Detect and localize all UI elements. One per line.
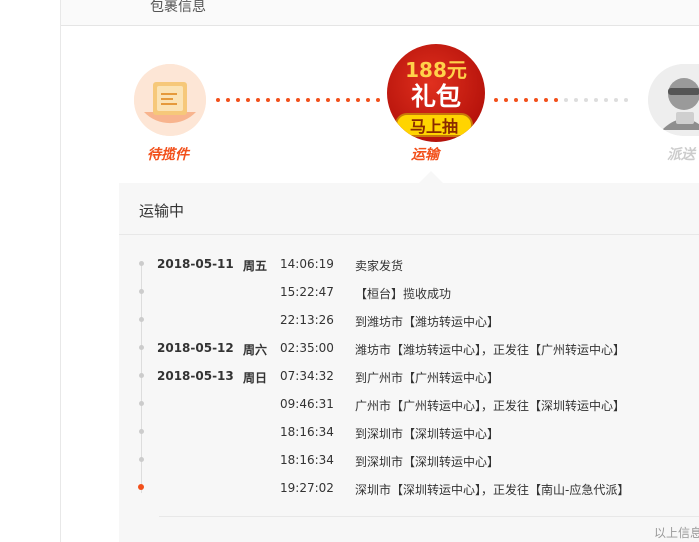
row-time: 14:06:19 bbox=[280, 257, 334, 271]
tracking-row: 09:46:31 广州市【广州转运中心】，正发往【深圳转运中心】 bbox=[119, 394, 699, 414]
progress-dots-2 bbox=[494, 98, 644, 102]
tracking-row: 15:22:47 【桓台】揽收成功 bbox=[119, 282, 699, 302]
footer-note: 以上信息 bbox=[654, 526, 699, 540]
timeline-dot bbox=[139, 373, 144, 378]
left-gutter bbox=[0, 0, 61, 542]
step-pickup-label: 待揽件 bbox=[147, 147, 189, 163]
step-delivery-circle bbox=[648, 64, 699, 136]
tracking-row: 2018-05-12 周六 02:35:00 潍坊市【潍坊转运中心】，正发往【广… bbox=[119, 338, 699, 358]
tracking-row: 2018-05-13 周日 07:34:32 到广州市【广州转运中心】 bbox=[119, 366, 699, 386]
timeline-dot bbox=[139, 457, 144, 462]
tracking-row: 22:13:26 到潍坊市【潍坊转运中心】 bbox=[119, 310, 699, 330]
courier-icon bbox=[648, 64, 699, 136]
tracking-row: 18:16:34 到深圳市【深圳转运中心】 bbox=[119, 422, 699, 442]
row-time: 19:27:02 bbox=[280, 481, 334, 495]
step-transit-label: 运输 bbox=[411, 147, 439, 163]
row-description: 深圳市【深圳转运中心】，正发往【南山-应急代派】 bbox=[355, 483, 630, 497]
timeline-dot bbox=[139, 429, 144, 434]
row-time: 07:34:32 bbox=[280, 369, 334, 383]
row-description: 到潍坊市【潍坊转运中心】 bbox=[355, 315, 500, 329]
progress-dots-1 bbox=[216, 98, 386, 102]
promo-draw-button[interactable]: 马上抽 bbox=[395, 113, 473, 137]
promo-gift-badge[interactable]: 188元 礼包 马上抽 bbox=[387, 44, 485, 142]
timeline-dot bbox=[139, 289, 144, 294]
row-description: 到深圳市【深圳转运中心】 bbox=[355, 427, 500, 441]
row-date: 2018-05-13 bbox=[157, 369, 234, 383]
panel-title: 运输中 bbox=[139, 202, 185, 220]
tracking-row-latest: 19:27:02 深圳市【深圳转运中心】，正发往【南山-应急代派】 bbox=[119, 478, 699, 498]
tracking-row: 18:16:34 到深圳市【深圳转运中心】 bbox=[119, 450, 699, 470]
row-time: 15:22:47 bbox=[280, 285, 334, 299]
tracking-panel: 运输中 2018-05-11 周五 14:06:19 卖家发货 15:22:47… bbox=[119, 183, 699, 542]
step-pickup-circle bbox=[134, 64, 206, 136]
row-description: 到广州市【广州转运中心】 bbox=[355, 371, 500, 385]
row-weekday: 周六 bbox=[243, 343, 268, 357]
panel-pointer bbox=[419, 171, 443, 183]
row-date: 2018-05-11 bbox=[157, 257, 234, 271]
row-time: 22:13:26 bbox=[280, 313, 334, 327]
section-title: 包裹信息 bbox=[150, 0, 206, 15]
row-description: 潍坊市【潍坊转运中心】，正发往【广州转运中心】 bbox=[355, 343, 626, 357]
timeline-dot bbox=[139, 317, 144, 322]
divider bbox=[119, 234, 699, 235]
timeline-dot-active bbox=[138, 484, 144, 490]
row-time: 18:16:34 bbox=[280, 453, 334, 467]
row-weekday: 周日 bbox=[243, 371, 268, 385]
row-description: 卖家发货 bbox=[355, 259, 404, 273]
row-date: 2018-05-12 bbox=[157, 341, 234, 355]
divider bbox=[159, 516, 699, 517]
row-weekday: 周五 bbox=[243, 259, 268, 273]
row-description: 到深圳市【深圳转运中心】 bbox=[355, 455, 500, 469]
step-delivery-label: 派送 bbox=[667, 147, 695, 163]
row-time: 02:35:00 bbox=[280, 341, 334, 355]
timeline-dot bbox=[139, 345, 144, 350]
tracking-row: 2018-05-11 周五 14:06:19 卖家发货 bbox=[119, 254, 699, 274]
package-icon bbox=[134, 64, 206, 136]
row-time: 18:16:34 bbox=[280, 425, 334, 439]
timeline-dot bbox=[139, 261, 144, 266]
row-description: 广州市【广州转运中心】，正发往【深圳转运中心】 bbox=[355, 399, 626, 413]
timeline-dot bbox=[139, 401, 144, 406]
row-description: 【桓台】揽收成功 bbox=[355, 287, 452, 301]
row-time: 09:46:31 bbox=[280, 397, 334, 411]
promo-gift-text: 礼包 bbox=[410, 82, 461, 111]
